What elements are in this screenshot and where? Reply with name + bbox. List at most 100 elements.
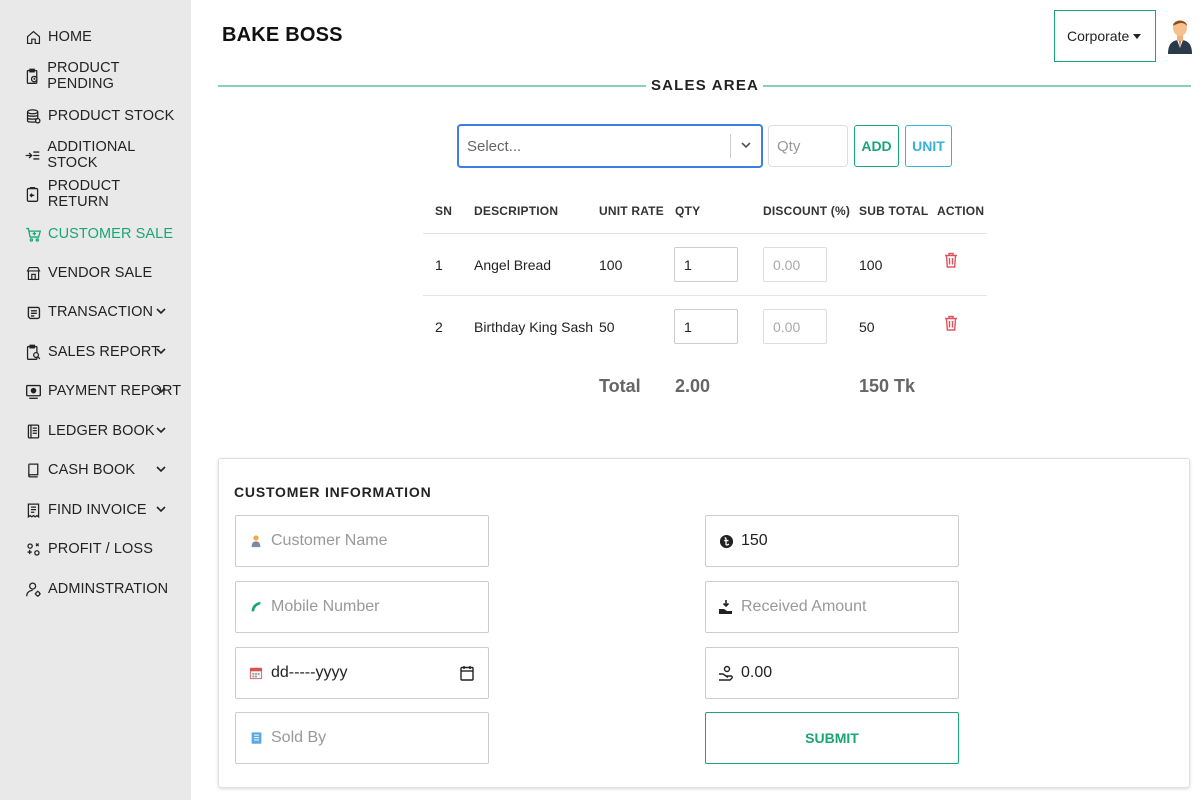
column-header-sub-total: SUB TOTAL xyxy=(859,204,929,218)
sidebar-item-adminstration[interactable]: ADMINSTRATION xyxy=(24,577,184,601)
column-header-unit-rate: UNIT RATE xyxy=(599,204,664,218)
select-separator xyxy=(730,134,731,158)
trash-icon[interactable] xyxy=(944,252,958,268)
table-row-divider xyxy=(423,295,987,296)
sidebar-item-label: FIND INVOICE xyxy=(48,502,147,518)
trash-icon[interactable] xyxy=(944,315,958,331)
sidebar-item-additional-stock[interactable]: ADDITIONAL STOCK xyxy=(24,139,184,171)
sidebar-item-ledger-book[interactable]: LEDGER BOOK xyxy=(24,419,184,443)
product-select[interactable]: Select... xyxy=(457,124,763,168)
total-amount-value: 150 xyxy=(741,532,768,549)
chevron-down-icon xyxy=(156,348,166,355)
invoice-icon xyxy=(24,501,42,519)
date-picker-icon[interactable] xyxy=(460,665,474,681)
row-qty-input[interactable]: 1 xyxy=(674,247,738,282)
sidebar-item-label: PROFIT / LOSS xyxy=(48,541,153,557)
book-icon xyxy=(24,461,42,479)
divider-line-right xyxy=(763,85,1191,87)
change-amount-value: 0.00 xyxy=(741,664,773,681)
user-settings-icon xyxy=(24,580,42,598)
sidebar-item-home[interactable]: HOME xyxy=(24,25,184,49)
sidebar-item-product-stock[interactable]: PRODUCT STOCK xyxy=(24,104,184,128)
home-icon xyxy=(24,28,42,46)
customer-name-placeholder: Customer Name xyxy=(271,532,388,549)
qty-placeholder: Qty xyxy=(777,137,801,155)
sidebar-item-label: PRODUCT PENDING xyxy=(47,60,120,92)
brand-title: BAKE BOSS xyxy=(222,24,343,46)
store-icon xyxy=(24,264,42,282)
customer-name-field[interactable]: Customer Name xyxy=(235,515,489,567)
sale-date-field[interactable]: dd-----yyyy xyxy=(235,647,489,699)
sidebar-item-label: CUSTOMER SALE xyxy=(48,226,174,242)
total-amount-field[interactable]: 150 xyxy=(705,515,959,567)
sidebar-item-customer-sale[interactable]: CUSTOMER SALE xyxy=(24,222,184,246)
qty-input[interactable]: Qty xyxy=(768,125,848,167)
payment-icon xyxy=(24,382,42,400)
sale-date-placeholder: dd-----yyyy xyxy=(271,664,348,681)
sidebar-item-label: ADMINSTRATION xyxy=(48,581,169,597)
row-unit-rate: 100 xyxy=(599,257,623,273)
calendar-icon xyxy=(248,665,264,681)
row-discount-input[interactable]: 0.00 xyxy=(763,309,827,344)
row-sn: 1 xyxy=(435,257,443,273)
sidebar-item-product-pending[interactable]: PRODUCT PENDING xyxy=(24,60,184,92)
sidebar-item-vendor-sale[interactable]: VENDOR SALE xyxy=(24,261,184,285)
chevron-down-icon xyxy=(156,506,166,513)
sidebar-item-label: CASH BOOK xyxy=(48,462,136,478)
sidebar-item-profit-loss[interactable]: PROFIT / LOSS xyxy=(24,537,184,561)
row-discount-input[interactable]: 0.00 xyxy=(763,247,827,282)
sidebar-item-sales-report[interactable]: SALES REPORT xyxy=(24,340,184,364)
user-avatar-icon[interactable] xyxy=(1166,14,1194,54)
chevron-down-icon xyxy=(156,466,166,473)
received-amount-placeholder: Received Amount xyxy=(741,598,867,615)
sidebar-item-label: PRODUCT RETURN xyxy=(47,178,120,210)
row-sub-total: 100 xyxy=(859,257,883,273)
row-unit-rate: 50 xyxy=(599,319,615,335)
row-qty-input[interactable]: 1 xyxy=(674,309,738,344)
change-amount-field[interactable]: 0.00 xyxy=(705,647,959,699)
sold-by-placeholder: Sold By xyxy=(271,729,327,746)
product-select-placeholder: Select... xyxy=(467,137,522,155)
row-qty-value: 1 xyxy=(684,318,692,335)
sidebar-item-product-return[interactable]: PRODUCT RETURN xyxy=(24,178,184,210)
column-header-sn: SN xyxy=(435,204,453,218)
sold-by-field[interactable]: Sold By xyxy=(235,712,489,764)
return-box-icon xyxy=(24,185,42,203)
clipboard-clock-icon xyxy=(24,67,41,85)
chevron-down-icon xyxy=(741,142,751,149)
sidebar-item-find-invoice[interactable]: FIND INVOICE xyxy=(24,498,184,522)
submit-button[interactable]: SUBMIT xyxy=(705,712,959,764)
total-label: Total xyxy=(599,376,641,396)
sidebar-item-label: ADDITIONAL STOCK xyxy=(47,139,135,171)
sidebar-item-label: HOME xyxy=(48,29,92,45)
taka-coin-icon xyxy=(718,533,734,549)
mobile-number-field[interactable]: Mobile Number xyxy=(235,581,489,633)
sidebar-item-payment-report[interactable]: PAYMENT REPORT xyxy=(24,379,184,403)
coins-icon xyxy=(24,303,42,321)
sidebar-item-transaction[interactable]: TRANSACTION xyxy=(24,300,184,324)
column-header-discount: DISCOUNT (%) xyxy=(763,204,851,218)
unit-button[interactable]: UNIT xyxy=(905,125,952,167)
row-description: Birthday King Sash xyxy=(474,319,594,335)
received-amount-field[interactable]: Received Amount xyxy=(705,581,959,633)
table-row-divider xyxy=(423,233,987,234)
column-header-description: DESCRIPTION xyxy=(474,204,559,218)
list-add-icon xyxy=(24,146,41,164)
sidebar-item-label: VENDOR SALE xyxy=(48,265,153,281)
account-type-value: Corporate xyxy=(1067,28,1130,44)
divider-line-left xyxy=(218,85,646,87)
sidebar-item-label: TRANSACTION xyxy=(48,304,154,320)
list-icon xyxy=(248,730,264,746)
phone-icon xyxy=(248,599,264,615)
sidebar-item-cash-book[interactable]: CASH BOOK xyxy=(24,458,184,482)
add-button[interactable]: ADD xyxy=(854,125,899,167)
column-header-action: ACTION xyxy=(937,204,985,218)
sidebar-item-label: LEDGER BOOK xyxy=(48,423,155,439)
sidebar-item-label: SALES REPORT xyxy=(48,344,161,360)
total-qty: 2.00 xyxy=(675,376,711,396)
chevron-down-icon xyxy=(156,427,166,434)
cart-icon xyxy=(24,225,42,243)
money-change-icon xyxy=(718,665,734,681)
customer-info-title: CUSTOMER INFORMATION xyxy=(234,484,432,500)
account-type-select[interactable]: Corporate xyxy=(1054,10,1156,62)
